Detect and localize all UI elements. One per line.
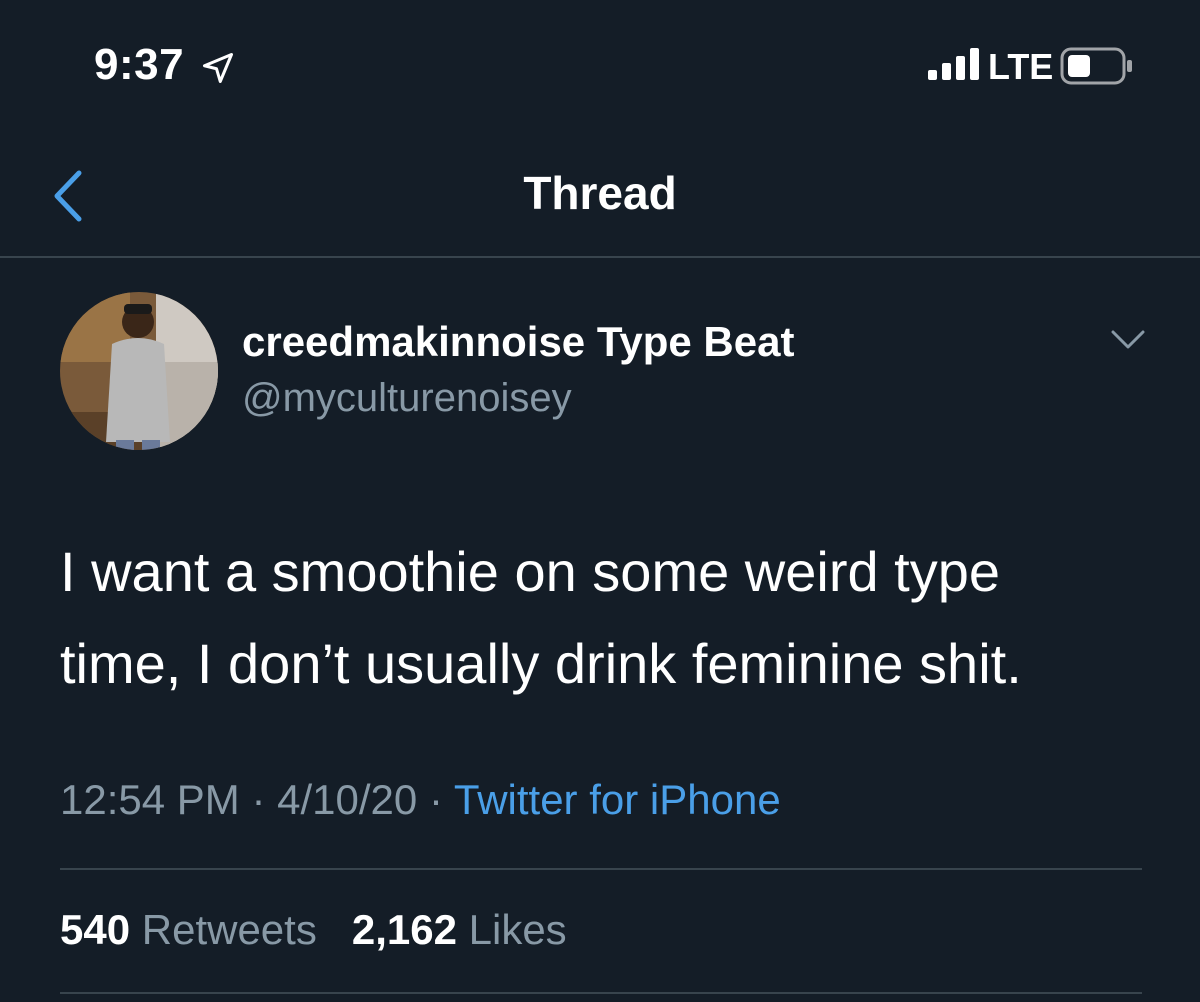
location-arrow-icon — [200, 50, 236, 91]
divider — [60, 992, 1142, 994]
likes-count: 2,162 — [351, 906, 457, 953]
tweet-meta: 12:54 PM · 4/10/20 · Twitter for iPhone — [60, 776, 781, 824]
user-handle[interactable]: @myculturenoisey — [242, 376, 572, 421]
signal-bars-icon — [928, 48, 982, 85]
status-time: 9:37 — [94, 40, 185, 89]
tweet-text: I want a smoothie on some weird type tim… — [60, 526, 1160, 710]
status-bar: 9:37 LTE — [0, 0, 1200, 130]
likes-stat[interactable]: 2,162 Likes — [352, 906, 567, 953]
network-type: LTE — [988, 46, 1054, 87]
divider — [60, 868, 1142, 870]
meta-separator: · — [428, 776, 443, 823]
chevron-down-icon[interactable] — [1110, 328, 1146, 357]
tweet-time: 12:54 PM — [60, 776, 240, 823]
retweets-label: Retweets — [141, 906, 317, 953]
likes-label: Likes — [468, 906, 567, 953]
display-name[interactable]: creedmakinnoise Type Beat — [242, 318, 794, 366]
nav-bar: Thread — [0, 130, 1200, 258]
meta-separator: · — [251, 776, 266, 823]
avatar[interactable] — [60, 292, 218, 450]
tweet-date: 4/10/20 — [277, 776, 418, 823]
tweet-stats: 540 Retweets 2,162 Likes — [60, 906, 567, 954]
page-title: Thread — [523, 167, 677, 219]
retweets-count: 540 — [60, 906, 131, 953]
tweet-source-link[interactable]: Twitter for iPhone — [454, 776, 781, 823]
tweet-text-line: I want a smoothie on some weird type — [60, 540, 1001, 603]
battery-icon — [1060, 46, 1134, 91]
retweets-stat[interactable]: 540 Retweets — [60, 906, 317, 953]
tweet-thread-screen: 9:37 LTE Thread creedmakinnoise Type Bea… — [0, 0, 1200, 1002]
tweet-text-line: time, I don’t usually drink feminine shi… — [60, 632, 1022, 695]
